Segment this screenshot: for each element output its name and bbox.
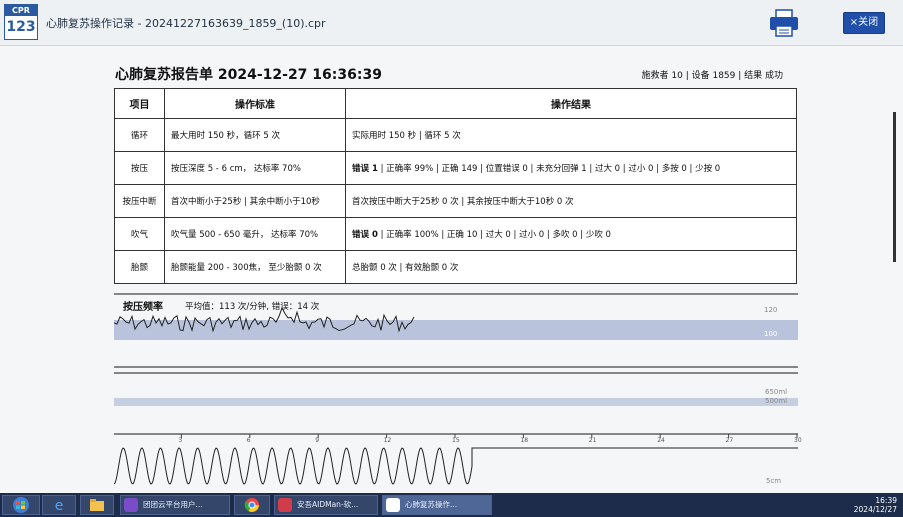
vent-target-band [114,398,798,406]
row-result-text: | 正确率 99% | 正确 149 | 位置错误 0 | 未充分回弹 1 | … [377,164,721,174]
taskbar-item-aidman[interactable]: 安吾AIDMan-软... [274,495,378,515]
app-icon [278,498,292,512]
row-result-text: | 正确率 100% | 正确 10 | 过大 0 | 过小 0 | 多吹 0 … [377,230,611,240]
system-tray[interactable]: 16:39 2024/12/27 [854,496,897,514]
header-item: 项目 [114,88,165,119]
report-meta: 施救者 10 | 设备 1859 | 结果 成功 [641,71,783,81]
row-standard: 胎颤能量 200 - 300焦， 至少胎颤 0 次 [164,250,346,284]
table-row: 胎颤 胎颤能量 200 - 300焦， 至少胎颤 0 次 总胎颤 0 次 | 有… [114,250,797,284]
app-logo: CPR 123 [4,4,38,40]
row-item: 吹气 [114,217,165,251]
timeline-tick-label: 21 [588,437,597,444]
table-row: 按压 按压深度 5 - 6 cm， 达标率 70% 错误 1 | 正确率 99%… [114,151,797,185]
row-standard: 首次中断小于25秒 | 其余中断小于10秒 [164,184,346,218]
row-result: 实际用时 150 秒 | 循环 5 次 [345,118,797,152]
app-logo-number: 123 [6,19,36,35]
freq-axis-band: 100 [764,330,778,338]
taskbar-explorer-button[interactable] [80,495,114,515]
folder-icon [90,499,104,511]
printer-icon[interactable] [768,8,800,38]
row-result-text: 首次按压中断大于25秒 0 次 | 其余按压中断大于10秒 0 次 [352,197,574,207]
report-table: 项目 操作标准 操作结果 循环 最大用时 150 秒，循环 5 次 实际用时 1… [114,88,797,284]
timeline-tick-label: 15 [452,437,460,444]
timeline-tick-label: 3 [178,437,183,444]
taskbar-item-cpr[interactable]: 心肺复苏操作... [382,495,492,515]
taskbar-item-label: 安吾AIDMan-软... [297,500,359,509]
table-row: 吹气 吹气量 500 - 650 毫升， 达标率 70% 错误 0 | 正确率 … [114,217,797,251]
row-standard: 按压深度 5 - 6 cm， 达标率 70% [164,151,346,185]
row-item: 按压 [114,151,165,185]
vent-axis-bottom: 500ml [765,397,788,405]
header-result: 操作结果 [345,88,797,119]
row-standard: 吹气量 500 - 650 毫升， 达标率 70% [164,217,346,251]
close-button[interactable]: ×关闭 [843,12,885,34]
timeline-tick-label: 24 [657,437,665,444]
taskbar-item-chrome[interactable] [234,495,270,515]
windows-start-icon [13,497,29,513]
scrollbar-thumb[interactable] [893,112,896,262]
row-result-text: 实际用时 150 秒 | 循环 5 次 [352,131,461,141]
row-item: 胎颤 [114,250,165,284]
tray-time: 16:39 [875,496,897,505]
report-title: 心肺复苏报告单 2024-12-27 16:36:39 [115,67,382,83]
row-result: 首次按压中断大于25秒 0 次 | 其余按压中断大于10秒 0 次 [345,184,797,218]
row-result-bold: 错误 0 [352,230,378,240]
header-standard: 操作标准 [164,88,346,119]
window-titlebar: CPR 123 心肺复苏操作记录 - 20241227163639_1859_(… [0,0,903,46]
timeline-tick-label: 27 [725,437,734,444]
ie-icon: e [55,498,64,514]
browser-icon [244,498,259,512]
freq-target-band [114,320,798,340]
app-icon [124,498,138,512]
taskbar: e 团团云平台用户... 安吾AIDMan-软... 心肺复苏操作... 16:… [0,493,903,517]
depth-axis-label: 5cm [766,477,782,485]
row-result: 总胎颤 0 次 | 有效胎颤 0 次 [345,250,797,284]
timeline-tick-label: 6 [246,437,251,444]
depth-waveform [114,447,798,485]
freq-chart [114,293,798,340]
row-item: 循环 [114,118,165,152]
row-standard: 最大用时 150 秒，循环 5 次 [164,118,346,152]
timeline-ticks [180,434,798,438]
table-row: 循环 最大用时 150 秒，循环 5 次 实际用时 150 秒 | 循环 5 次 [114,118,797,152]
row-result-bold: 错误 1 [352,164,378,174]
timeline-tick-label: 12 [383,437,392,444]
row-result: 错误 0 | 正确率 100% | 正确 10 | 过大 0 | 过小 0 | … [345,217,797,251]
taskbar-ie-button[interactable]: e [42,495,76,515]
table-row: 按压中断 首次中断小于25秒 | 其余中断小于10秒 首次按压中断大于25秒 0… [114,184,797,218]
timeline-tick-label: 30 [794,437,802,444]
taskbar-item-label: 团团云平台用户... [143,500,203,509]
timeline-tick-label: 9 [315,437,320,444]
row-item: 按压中断 [114,184,165,218]
start-button[interactable] [2,495,40,515]
taskbar-item-label: 心肺复苏操作... [405,500,458,509]
window-title: 心肺复苏操作记录 - 20241227163639_1859_(10).cpr [46,17,326,30]
freq-axis-top: 120 [764,306,778,314]
taskbar-item-platform[interactable]: 团团云平台用户... [120,495,230,515]
app-icon [386,498,400,512]
app-logo-top: CPR [5,5,37,16]
timeline-tick-label: 18 [520,437,529,444]
svg-text:e: e [55,498,64,514]
row-result: 错误 1 | 正确率 99% | 正确 149 | 位置错误 0 | 未充分回弹… [345,151,797,185]
vent-chart [114,366,798,406]
tray-date: 2024/12/27 [853,505,897,514]
row-result-text: 总胎颤 0 次 | 有效胎颤 0 次 [352,263,459,273]
vent-axis-top: 650ml [765,388,788,396]
table-header-row: 项目 操作标准 操作结果 [114,88,797,119]
